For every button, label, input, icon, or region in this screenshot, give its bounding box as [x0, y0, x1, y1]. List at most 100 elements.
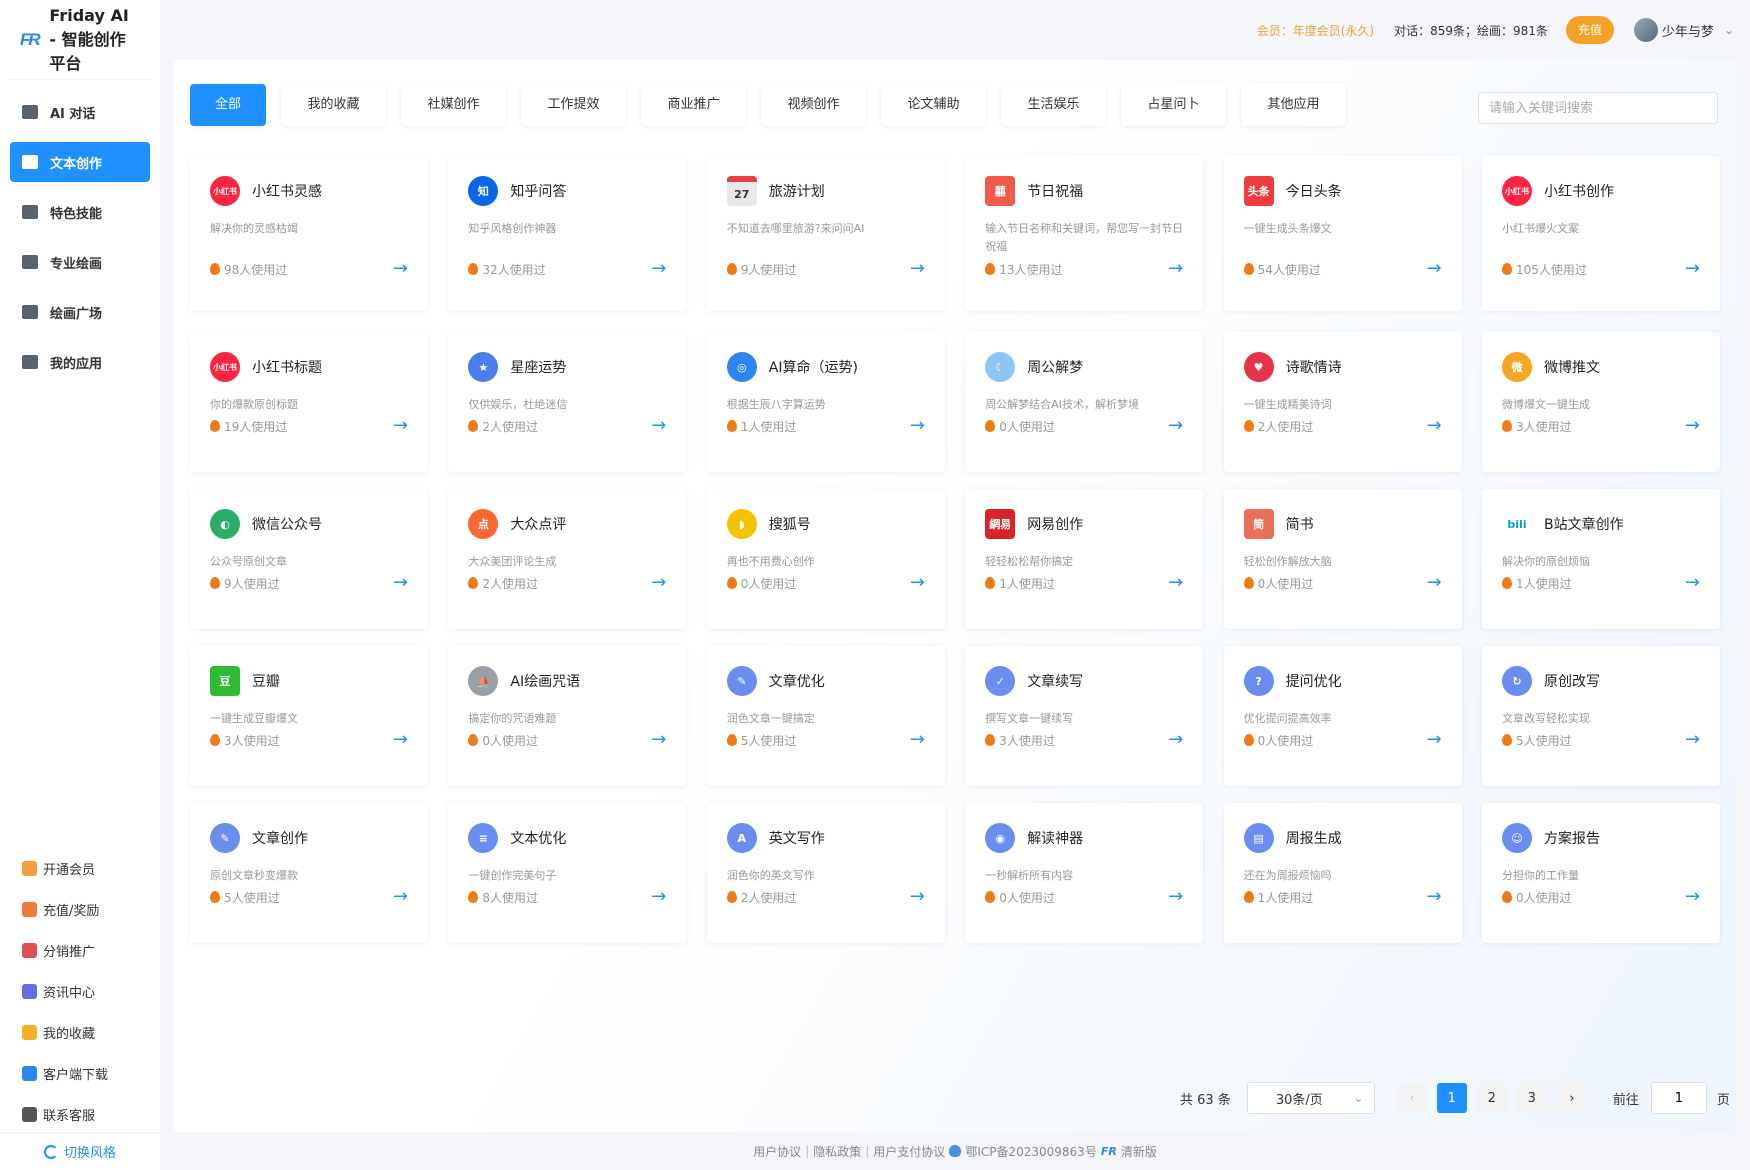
next-page-button[interactable]: ›	[1556, 1083, 1587, 1113]
page-button[interactable]: 3	[1516, 1083, 1547, 1113]
recharge-button[interactable]: 充值	[1565, 16, 1614, 44]
category-tab[interactable]: 占星问卜	[1121, 84, 1226, 126]
privacy-link[interactable]: 隐私政策	[813, 1143, 861, 1160]
card-title: 方案报告	[1544, 831, 1600, 847]
switch-style-button[interactable]: 切换风格	[0, 1132, 160, 1170]
category-tab[interactable]: 社媒创作	[401, 84, 506, 126]
category-tab[interactable]: 论文辅助	[881, 84, 986, 126]
arrow-right-icon[interactable]: →	[651, 417, 666, 435]
arrow-right-icon[interactable]: →	[910, 260, 925, 278]
app-card[interactable]: 豆豆瓣 一键生成豆瓣爆文 3人使用过 →	[190, 646, 428, 786]
app-card[interactable]: bili B站文章创作 解决你的原创烦恼 1人使用过 →	[1482, 489, 1720, 629]
bottom-nav-item-6[interactable]: 客户端下载	[0, 1053, 160, 1094]
app-card[interactable]: 網易 网易创作 轻轻松松帮你搞定 1人使用过 →	[965, 489, 1204, 629]
app-card[interactable]: ▤ 周报生成 还在为周报烦恼吗 1人使用过 →	[1223, 803, 1462, 943]
app-card[interactable]: 简简书 轻松创作解放大脑 0人使用过 →	[1223, 489, 1462, 629]
nav-item-1[interactable]: AI 对话	[10, 92, 150, 132]
category-tab[interactable]: 工作提效	[521, 84, 626, 126]
app-card[interactable]: A 英文写作 润色你的英文写作 2人使用过 →	[706, 803, 945, 943]
app-card[interactable]: ☾ 周公解梦 周公解梦结合AI技术，解析梦境 0人使用过 →	[965, 332, 1204, 472]
arrow-right-icon[interactable]: →	[393, 888, 408, 906]
app-card[interactable]: ⛵ AI绘画咒语 搞定你的咒语难题 0人使用过 →	[448, 646, 687, 786]
app-card[interactable]: 囍节日祝福 输入节日名称和关键词，帮您写一封节日祝福 13人使用过 →	[965, 156, 1204, 311]
app-card[interactable]: ✎ 文章创作 原创文章秒变爆款 5人使用过 →	[190, 803, 428, 943]
arrow-right-icon[interactable]: →	[1168, 731, 1183, 749]
arrow-right-icon[interactable]: →	[393, 574, 408, 592]
arrow-right-icon[interactable]: →	[1427, 731, 1442, 749]
category-tab[interactable]: 视频创作	[761, 84, 866, 126]
page-size-select[interactable]: 30条/页 ⌄	[1246, 1082, 1375, 1114]
category-tab[interactable]: 商业推广	[641, 84, 746, 126]
arrow-right-icon[interactable]: →	[1168, 260, 1183, 278]
arrow-right-icon[interactable]: →	[393, 731, 408, 749]
bottom-nav-item-5[interactable]: 我的收藏	[0, 1012, 160, 1053]
arrow-right-icon[interactable]: →	[910, 888, 925, 906]
category-tab[interactable]: 生活娱乐	[1001, 84, 1106, 126]
app-card[interactable]: ◐ 微信公众号 公众号原创文章 9人使用过 →	[190, 489, 428, 629]
nav-item-6[interactable]: 我的应用	[10, 342, 150, 382]
arrow-right-icon[interactable]: →	[651, 260, 666, 278]
app-card[interactable]: 知知乎问答 知乎风格创作神器 32人使用过 →	[448, 156, 687, 311]
app-card[interactable]: ♥ 诗歌情诗 一键生成精美诗词 2人使用过 →	[1223, 332, 1462, 472]
app-card[interactable]: 27 旅游计划 不知道去哪里旅游?来问问AI 9人使用过 →	[706, 156, 945, 311]
app-card[interactable]: ◉ 解读神器 一秒解析所有内容 0人使用过 →	[965, 803, 1204, 943]
arrow-right-icon[interactable]: →	[393, 260, 408, 278]
payment-agreement-link[interactable]: 用户支付协议	[873, 1143, 945, 1160]
page-button[interactable]: 2	[1476, 1083, 1507, 1113]
app-card[interactable]: ☺ 方案报告 分担你的工作量 0人使用过 →	[1482, 803, 1720, 943]
arrow-right-icon[interactable]: →	[1685, 888, 1700, 906]
category-tab[interactable]: 我的收藏	[281, 84, 386, 126]
arrow-right-icon[interactable]: →	[1427, 417, 1442, 435]
arrow-right-icon[interactable]: →	[1427, 574, 1442, 592]
category-tab[interactable]: 全部	[190, 84, 266, 126]
arrow-right-icon[interactable]: →	[651, 888, 666, 906]
app-card[interactable]: ≡ 文本优化 一键创作完美句子 8人使用过 →	[448, 803, 687, 943]
prev-page-button[interactable]: ‹	[1396, 1083, 1427, 1113]
page-button[interactable]: 1	[1436, 1083, 1467, 1113]
arrow-right-icon[interactable]: →	[1685, 417, 1700, 435]
arrow-right-icon[interactable]: →	[651, 731, 666, 749]
arrow-right-icon[interactable]: →	[651, 574, 666, 592]
arrow-right-icon[interactable]: →	[1168, 417, 1183, 435]
nav-item-4[interactable]: 专业绘画	[10, 242, 150, 282]
bottom-nav-item-7[interactable]: 联系客服	[0, 1094, 160, 1135]
bottom-nav-item-4[interactable]: 资讯中心	[0, 971, 160, 1012]
arrow-right-icon[interactable]: →	[910, 417, 925, 435]
arrow-right-icon[interactable]: →	[1427, 260, 1442, 278]
bottom-nav-item-2[interactable]: 充值/奖励	[0, 889, 160, 930]
app-card[interactable]: ? 提问优化 优化提问提高效率 0人使用过 →	[1223, 646, 1462, 786]
bottom-nav-item-1[interactable]: 开通会员	[0, 848, 160, 889]
brand[interactable]: FR Friday AI - 智能创作平台	[10, 0, 150, 80]
arrow-right-icon[interactable]: →	[1685, 260, 1700, 278]
app-card[interactable]: 头条 今日头条 一键生成头条爆文 54人使用过 →	[1223, 156, 1462, 311]
app-card[interactable]: ★ 星座运势 仅供娱乐，杜绝迷信 2人使用过 →	[448, 332, 687, 472]
search-input[interactable]	[1478, 92, 1718, 124]
app-card[interactable]: ✎ 文章优化 润色文章一键搞定 5人使用过 →	[706, 646, 945, 786]
arrow-right-icon[interactable]: →	[1168, 888, 1183, 906]
category-tab[interactable]: 其他应用	[1241, 84, 1346, 126]
arrow-right-icon[interactable]: →	[393, 417, 408, 435]
arrow-right-icon[interactable]: →	[1427, 888, 1442, 906]
nav-item-2[interactable]: 文本创作	[10, 142, 150, 182]
user-agreement-link[interactable]: 用户协议	[753, 1143, 801, 1160]
app-card[interactable]: ◎ AI算命（运势) 根据生辰八字算运势 1人使用过 →	[706, 332, 945, 472]
icp-link[interactable]: 鄂ICP备2023009863号	[965, 1143, 1097, 1160]
arrow-right-icon[interactable]: →	[1685, 731, 1700, 749]
app-card[interactable]: 小红书 小红书灵感 解决你的灵感枯竭 98人使用过 →	[190, 156, 428, 311]
app-card[interactable]: 点大众点评 大众美团评论生成 2人使用过 →	[448, 489, 687, 629]
app-card[interactable]: 微微博推文 微博爆文一键生成 3人使用过 →	[1482, 332, 1720, 472]
app-card[interactable]: ◗ 搜狐号 再也不用费心创作 0人使用过 →	[706, 489, 945, 629]
app-card[interactable]: ↻ 原创改写 文章改写轻松实现 5人使用过 →	[1482, 646, 1720, 786]
user-menu[interactable]: 少年与梦 ⌄	[1633, 18, 1734, 42]
app-card[interactable]: 小红书 小红书创作 小红书爆火文案 105人使用过 →	[1482, 156, 1720, 311]
goto-page-input[interactable]	[1650, 1082, 1707, 1114]
arrow-right-icon[interactable]: →	[910, 731, 925, 749]
arrow-right-icon[interactable]: →	[910, 574, 925, 592]
arrow-right-icon[interactable]: →	[1168, 574, 1183, 592]
bottom-nav-item-3[interactable]: 分销推广	[0, 930, 160, 971]
arrow-right-icon[interactable]: →	[1685, 574, 1700, 592]
app-card[interactable]: 小红书 小红书标题 你的爆款原创标题 19人使用过 →	[190, 332, 428, 472]
nav-item-3[interactable]: 特色技能	[10, 192, 150, 232]
nav-item-5[interactable]: 绘画广场	[10, 292, 150, 332]
app-card[interactable]: ✓ 文章续写 撰写文章一键续写 3人使用过 →	[965, 646, 1204, 786]
